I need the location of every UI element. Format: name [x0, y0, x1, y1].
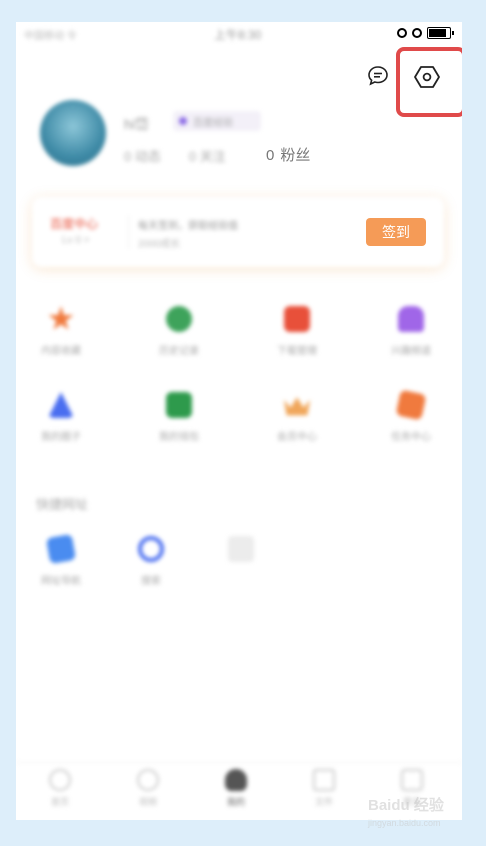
fans-count[interactable]: 0 粉丝	[266, 144, 310, 165]
grid-label: 我的钱包	[159, 432, 199, 443]
section-title-quick: 快捷网址	[36, 497, 89, 512]
grid-label: 我的圈子	[41, 432, 81, 443]
alarm-icon	[412, 28, 422, 38]
posts-count[interactable]: 0 动态	[124, 146, 161, 165]
grid-label: 任务中心	[391, 432, 431, 443]
watermark-logo: Baidu 经验	[368, 797, 444, 814]
grid-label: 历史记录	[159, 346, 199, 357]
quick-item-nav[interactable]: 网址导航	[16, 533, 106, 587]
clock-icon	[166, 306, 192, 332]
quick-label: 网址导航	[41, 576, 81, 587]
search-icon	[138, 536, 164, 562]
grid-icon	[401, 769, 423, 791]
profile-stats: 0 动态 0 关注	[124, 146, 226, 165]
battery-icon	[427, 27, 451, 39]
pencil-icon	[395, 389, 427, 421]
chat-icon	[368, 66, 388, 86]
grid-item-tasks[interactable]: 任务中心	[366, 389, 456, 443]
clock: 上午8:30	[214, 28, 262, 42]
status-icons	[397, 27, 454, 39]
note-icon	[45, 533, 77, 565]
grid-label: 内容收藏	[41, 346, 81, 357]
folder-icon	[284, 306, 310, 332]
lock-rotation-icon	[397, 28, 407, 38]
grid-item-circle[interactable]: 我的圈子	[16, 392, 106, 443]
message-button[interactable]	[366, 64, 390, 88]
play-icon	[137, 769, 159, 791]
wallet-icon	[166, 392, 192, 418]
quick-item-add[interactable]	[196, 536, 286, 572]
grid-label: 会员中心	[277, 432, 317, 443]
checkin-desc: 每天签到，获取经验值	[138, 221, 238, 232]
tab-files[interactable]: 文件	[294, 769, 354, 808]
avatar[interactable]	[40, 100, 106, 166]
badge-label: 百度经验	[193, 117, 233, 129]
level-badge[interactable]: 百度经验	[173, 111, 261, 131]
home-icon	[49, 769, 71, 791]
tab-home[interactable]: 首页	[30, 769, 90, 808]
carrier-label: 中国移动 令	[24, 31, 77, 42]
checkin-level: Lv 0 >	[62, 235, 90, 246]
checkin-title: 百度中心	[50, 217, 99, 231]
tab-label: 首页	[50, 797, 69, 807]
settings-highlight-box	[396, 47, 462, 117]
watermark: Baidu 经验 jingyan.baidu.com	[368, 790, 468, 836]
tab-label: 视频	[138, 797, 157, 807]
following-count[interactable]: 0 关注	[189, 146, 226, 165]
battery-cap-icon	[452, 31, 454, 35]
status-bar: 中国移动 令 上午8:30	[16, 22, 462, 46]
crown-icon	[284, 397, 310, 416]
star-icon	[48, 306, 74, 330]
grid-label: 兴趣频道	[391, 346, 431, 357]
grid-item-history[interactable]: 历史记录	[134, 306, 224, 357]
checkin-button[interactable]: 签到	[366, 218, 426, 246]
grid-item-vip[interactable]: 会员中心	[252, 392, 342, 443]
watermark-url: jingyan.baidu.com	[368, 818, 441, 828]
checkin-growth: 2000成长	[138, 239, 181, 250]
grid-item-favorites[interactable]: 内容收藏	[16, 306, 106, 357]
tab-video[interactable]: 视频	[118, 769, 178, 808]
tab-label: 文件	[314, 797, 333, 807]
person-icon	[225, 769, 247, 791]
fans-label: 粉丝	[280, 147, 311, 164]
bell-icon	[398, 306, 424, 332]
quick-label: 搜索	[141, 576, 161, 587]
checkin-divider	[128, 215, 129, 249]
grid-item-wallet[interactable]: 我的钱包	[134, 392, 224, 443]
add-icon	[228, 536, 254, 562]
grid-item-downloads[interactable]: 下载管理	[252, 306, 342, 357]
username[interactable]: hi岱	[124, 114, 149, 134]
tab-label: 我的	[226, 797, 245, 807]
grid-item-channels[interactable]: 兴趣频道	[366, 306, 456, 357]
fans-number: 0	[266, 147, 275, 164]
phone-screen: 中国移动 令 上午8:30 hi岱 百度经验 0 动态 0 关注 0 粉丝 百度…	[16, 22, 462, 820]
quick-item-search[interactable]: 搜索	[106, 536, 196, 587]
grid-label: 下载管理	[277, 346, 317, 357]
folder-icon	[313, 769, 335, 791]
badge-dot-icon	[179, 117, 187, 125]
user-icon	[48, 392, 74, 418]
tab-me[interactable]: 我的	[206, 769, 266, 808]
